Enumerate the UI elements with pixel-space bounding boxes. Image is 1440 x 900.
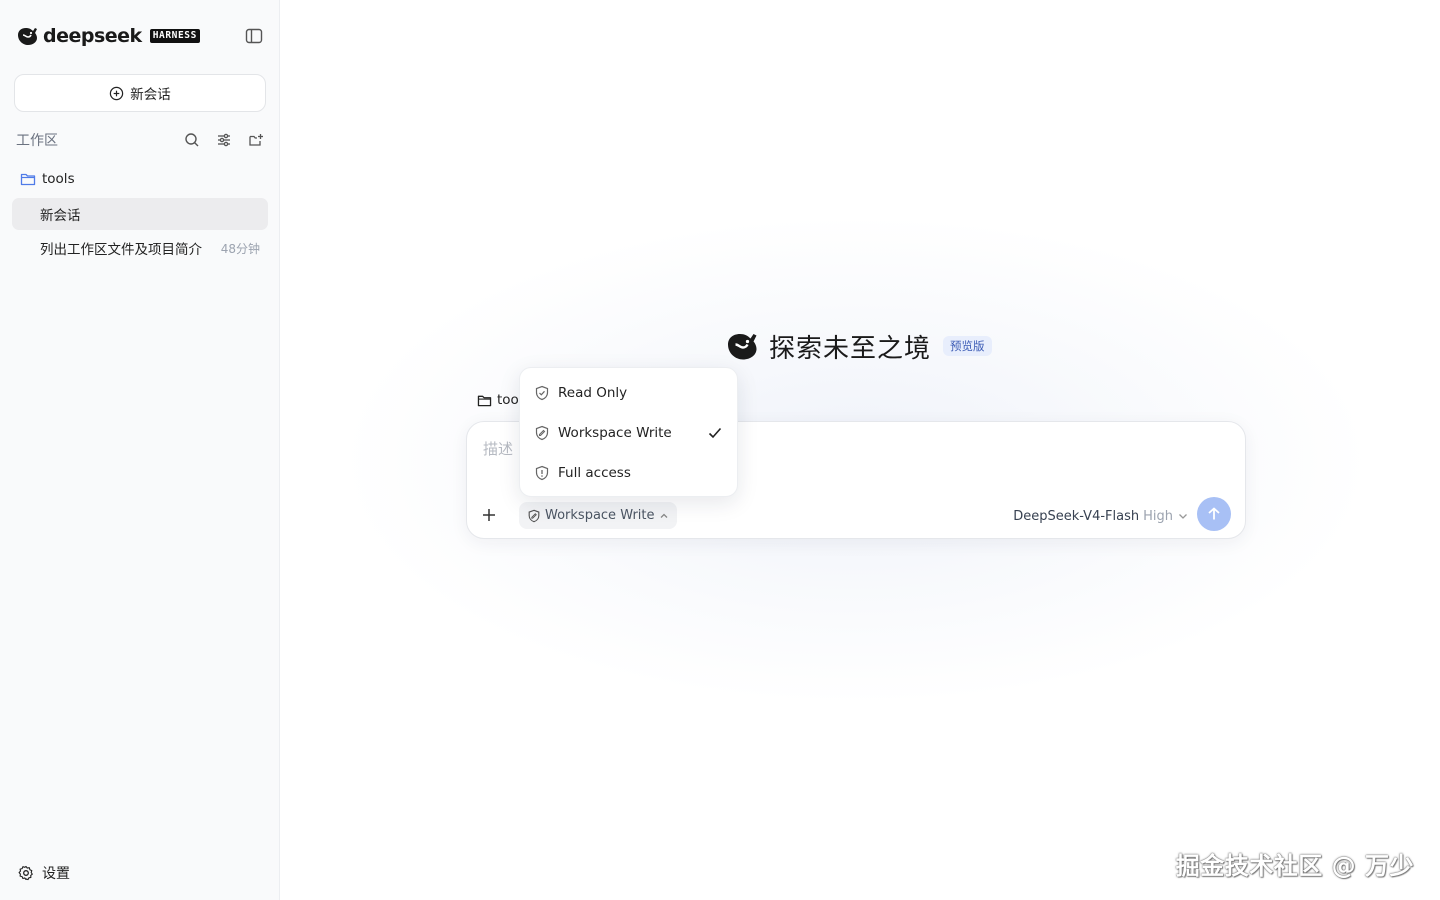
permission-menu: Read Only Workspace Write Full access [519,367,738,497]
option-label: Full access [558,465,631,481]
workspace-header: 工作区 [16,130,266,150]
new-chat-button[interactable]: 新会话 [14,74,266,112]
model-name: DeepSeek-V4-Flash [1013,508,1140,524]
checkmark-icon [707,425,723,441]
permission-option-read-only[interactable]: Read Only [520,373,737,413]
hero-title: 探索未至之境 [769,333,932,364]
workspace-label: 工作区 [16,133,58,149]
add-attachment-button[interactable] [475,501,503,529]
conversation-item[interactable]: 新会话 [12,198,268,230]
model-level: High [1143,508,1173,524]
folder-icon [477,394,492,407]
workspace-folder-chip[interactable]: too [477,390,519,410]
watermark: 掘金技术社区 @ 万少 [1175,852,1414,880]
shield-edit-icon [534,425,550,441]
brand[interactable]: deepseek HARNESS [16,24,200,48]
model-selector[interactable]: DeepSeek-V4-Flash High [1013,506,1189,526]
folder-name: tools [42,171,75,187]
chevron-down-icon [1177,510,1189,522]
permission-mode-label: Workspace Write [545,508,655,523]
new-folder-icon[interactable] [246,130,266,150]
permission-mode-selector[interactable]: Workspace Write [519,502,677,529]
plus-icon [483,509,495,521]
workspace-folder-tools[interactable]: tools [20,169,75,189]
conversation-title: 新会话 [40,208,81,224]
folder-icon [20,172,36,186]
search-icon[interactable] [182,130,202,150]
settings-label: 设置 [42,866,70,882]
new-chat-label: 新会话 [130,87,171,103]
brand-name: deepseek [43,25,142,47]
arrow-up-icon [1208,507,1220,520]
chevron-up-icon [659,511,669,521]
option-label: Workspace Write [558,425,672,441]
send-button[interactable] [1197,497,1231,531]
settings-button[interactable]: 设置 [18,862,70,884]
hero-heading: 探索未至之境 预览版 [725,328,992,364]
permission-option-full-access[interactable]: Full access [520,453,737,493]
conversation-title: 列出工作区文件及项目简介 [40,242,202,258]
whale-logo-icon [725,331,761,361]
whale-logo-icon [16,26,40,46]
option-label: Read Only [558,385,628,401]
permission-option-workspace-write[interactable]: Workspace Write [520,413,737,453]
conversation-time: 48分钟 [220,241,260,256]
plus-circle-icon [109,86,124,101]
sidebar-panel-icon [245,28,263,44]
brand-tag: HARNESS [149,29,200,43]
preview-badge: 预览版 [943,336,992,356]
conversation-item[interactable]: 列出工作区文件及项目简介 48分钟 [12,232,268,264]
folder-chip-label: too [497,392,519,408]
sidebar-toggle-button[interactable] [244,27,264,45]
shield-alert-icon [534,465,550,481]
shield-edit-icon [527,509,541,523]
gear-icon [18,865,34,881]
main-area: 探索未至之境 预览版 too 描述 Workspace Write DeepSe… [281,0,1440,900]
filter-sliders-icon[interactable] [214,130,234,150]
sidebar: deepseek HARNESS 新会话 工作区 tools 新会话 列出工作区… [0,0,280,900]
shield-check-icon [534,385,550,401]
